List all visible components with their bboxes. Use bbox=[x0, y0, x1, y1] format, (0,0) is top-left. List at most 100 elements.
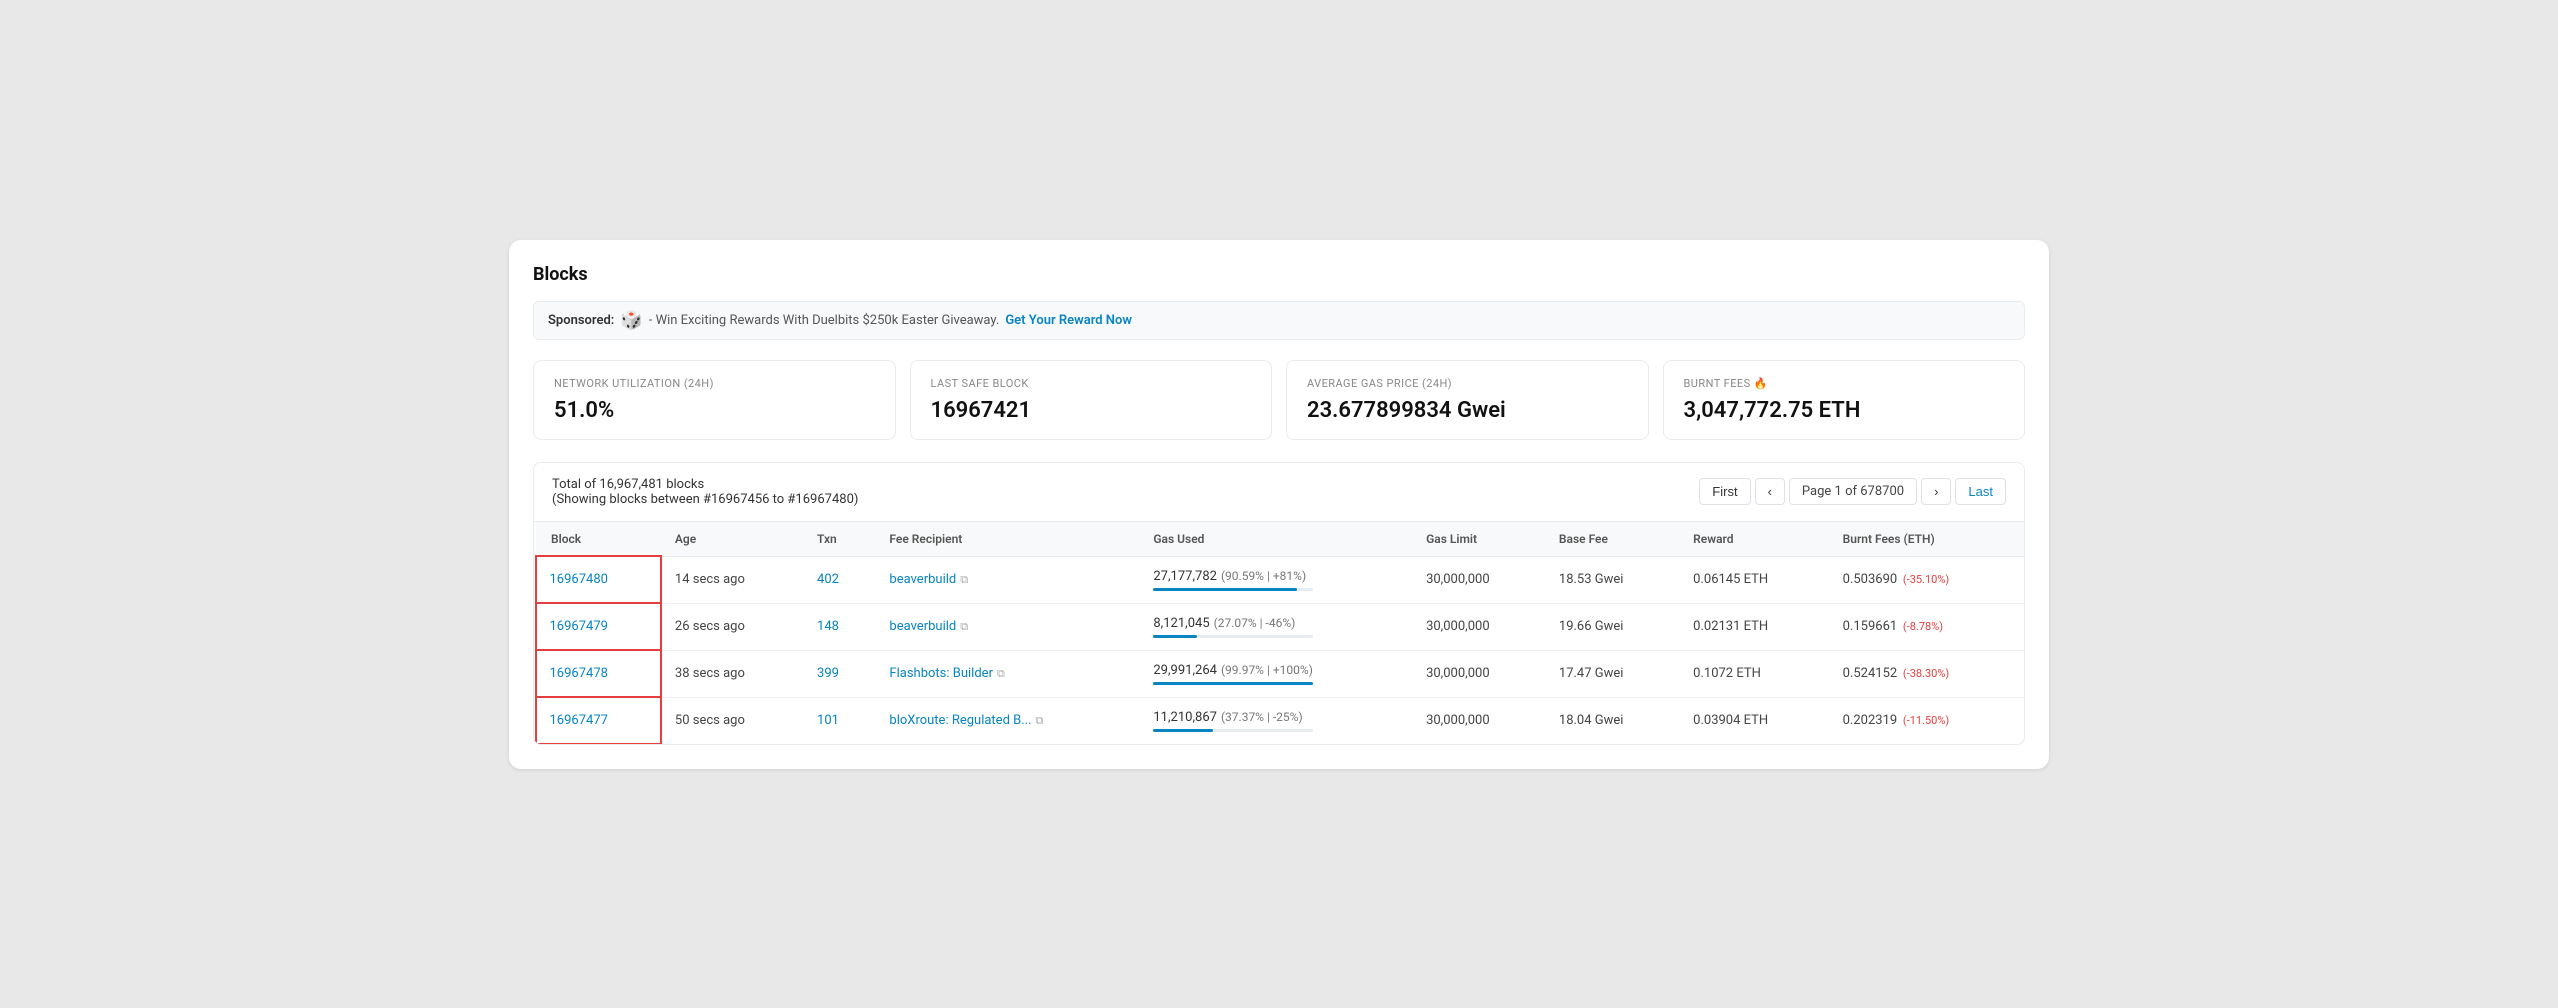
gas-limit-cell-0: 30,000,000 bbox=[1412, 556, 1545, 603]
gas-value-0: 27,177,782 bbox=[1153, 569, 1217, 584]
page-title: Blocks bbox=[533, 264, 2025, 285]
stat-value-1: 16967421 bbox=[931, 398, 1252, 423]
fee-recipient-link-1[interactable]: beaverbuild bbox=[889, 619, 956, 634]
burnt-pct-1: (-8.78%) bbox=[1900, 620, 1943, 633]
burnt-fees-cell-2: 0.524152 (-38.30%) bbox=[1829, 650, 2024, 697]
txn-cell-2: 399 bbox=[803, 650, 875, 697]
sponsored-bar: Sponsored: 🎲 - Win Exciting Rewards With… bbox=[533, 301, 2025, 340]
stat-card-1: LAST SAFE BLOCK16967421 bbox=[910, 360, 1273, 440]
prev-page-button[interactable]: ‹ bbox=[1755, 478, 1785, 505]
sponsor-icon: 🎲 bbox=[620, 310, 642, 331]
fee-recipient-link-3[interactable]: bloXroute: Regulated B... bbox=[889, 713, 1031, 728]
burnt-pct-2: (-38.30%) bbox=[1900, 667, 1949, 680]
stat-label-2: AVERAGE GAS PRICE (24H) bbox=[1307, 377, 1628, 390]
fee-recipient-cell-2: Flashbots: Builder ⧉ bbox=[875, 650, 1139, 697]
copy-icon-1[interactable]: ⧉ bbox=[960, 620, 968, 634]
gas-limit-cell-3: 30,000,000 bbox=[1412, 697, 1545, 744]
gas-pct-2: (99.97% | +100%) bbox=[1221, 663, 1313, 677]
last-page-button[interactable]: Last bbox=[1955, 478, 2006, 505]
gas-bar-1 bbox=[1153, 635, 1196, 638]
block-link-2[interactable]: 16967478 bbox=[550, 666, 608, 681]
gas-pct-1: (27.07% | -46%) bbox=[1214, 616, 1296, 630]
first-page-button[interactable]: First bbox=[1699, 478, 1750, 505]
main-container: Blocks Sponsored: 🎲 - Win Exciting Rewar… bbox=[509, 240, 2049, 769]
gas-bar-3 bbox=[1153, 729, 1212, 732]
gas-bar-wrap-3: 11,210,867(37.37% | -25%) bbox=[1153, 710, 1398, 732]
stat-label-0: NETWORK UTILIZATION (24H) bbox=[554, 377, 875, 390]
gas-bar-wrap-2: 29,991,264(99.97% | +100%) bbox=[1153, 663, 1398, 685]
table-row: 1696747838 secs ago399Flashbots: Builder… bbox=[536, 650, 2025, 697]
table-header-row: Total of 16,967,481 blocks (Showing bloc… bbox=[534, 463, 2024, 522]
burnt-value-2: 0.524152 bbox=[1843, 666, 1898, 681]
age-cell-1: 26 secs ago bbox=[661, 603, 803, 650]
fee-recipient-cell-3: bloXroute: Regulated B... ⧉ bbox=[875, 697, 1139, 744]
block-link-3[interactable]: 16967477 bbox=[550, 713, 608, 728]
stat-card-3: BURNT FEES 🔥 3,047,772.75 ETH bbox=[1663, 360, 2026, 440]
fee-recipient-cell-0: beaverbuild ⧉ bbox=[875, 556, 1139, 603]
col-header-gas-used: Gas Used bbox=[1139, 522, 1412, 557]
col-header-base-fee: Base Fee bbox=[1545, 522, 1679, 557]
block-link-0[interactable]: 16967480 bbox=[550, 572, 608, 587]
fee-recipient-cell-1: beaverbuild ⧉ bbox=[875, 603, 1139, 650]
stat-card-2: AVERAGE GAS PRICE (24H)23.677899834 Gwei bbox=[1286, 360, 1649, 440]
total-blocks-text: Total of 16,967,481 blocks bbox=[552, 477, 858, 492]
table-header: BlockAgeTxnFee RecipientGas UsedGas Limi… bbox=[536, 522, 2025, 557]
gas-bar-2 bbox=[1153, 682, 1313, 685]
gas-value-row-1: 8,121,045 (27.07% | -46%) bbox=[1153, 616, 1398, 631]
burnt-fees-cell-1: 0.159661 (-8.78%) bbox=[1829, 603, 2024, 650]
stat-value-3: 3,047,772.75 ETH bbox=[1684, 398, 2005, 423]
burnt-value-0: 0.503690 bbox=[1843, 572, 1898, 587]
copy-icon-2[interactable]: ⧉ bbox=[997, 667, 1005, 681]
age-cell-3: 50 secs ago bbox=[661, 697, 803, 744]
fee-recipient-link-2[interactable]: Flashbots: Builder bbox=[889, 666, 993, 681]
pagination: First ‹ Page 1 of 678700 › Last bbox=[1699, 478, 2006, 505]
gas-value-row-3: 11,210,867(37.37% | -25%) bbox=[1153, 710, 1398, 725]
burnt-pct-3: (-11.50%) bbox=[1900, 714, 1949, 727]
reward-cell-0: 0.06145 ETH bbox=[1679, 556, 1828, 603]
gas-used-cell-0: 27,177,782 (90.59% | +81%) bbox=[1139, 556, 1412, 603]
stat-card-0: NETWORK UTILIZATION (24H)51.0% bbox=[533, 360, 896, 440]
copy-icon-0[interactable]: ⧉ bbox=[960, 573, 968, 587]
copy-icon-3[interactable]: ⧉ bbox=[1036, 714, 1044, 728]
gas-pct-0: (90.59% | +81%) bbox=[1221, 569, 1306, 583]
base-fee-cell-3: 18.04 Gwei bbox=[1545, 697, 1679, 744]
next-page-button[interactable]: › bbox=[1921, 478, 1951, 505]
sponsor-link[interactable]: Get Your Reward Now bbox=[1005, 313, 1132, 328]
gas-bar-wrap-0: 27,177,782 (90.59% | +81%) bbox=[1153, 569, 1398, 591]
col-header-fee-recipient: Fee Recipient bbox=[875, 522, 1139, 557]
block-cell-2: 16967478 bbox=[536, 650, 661, 697]
txn-link-2[interactable]: 399 bbox=[817, 666, 839, 681]
gas-used-cell-3: 11,210,867(37.37% | -25%) bbox=[1139, 697, 1412, 744]
col-header-txn: Txn bbox=[803, 522, 875, 557]
col-header-burnt-fees-(eth): Burnt Fees (ETH) bbox=[1829, 522, 2024, 557]
txn-cell-1: 148 bbox=[803, 603, 875, 650]
txn-link-3[interactable]: 101 bbox=[817, 713, 839, 728]
block-cell-0: 16967480 bbox=[536, 556, 661, 603]
block-link-1[interactable]: 16967479 bbox=[550, 619, 608, 634]
reward-cell-1: 0.02131 ETH bbox=[1679, 603, 1828, 650]
fee-recipient-link-0[interactable]: beaverbuild bbox=[889, 572, 956, 587]
gas-bar-container-2 bbox=[1153, 682, 1313, 685]
gas-bar-container-1 bbox=[1153, 635, 1313, 638]
table-row: 16967477 50 secs ago 101 bloXroute: Regulat… bbox=[536, 697, 2025, 744]
age-cell-0: 14 secs ago bbox=[661, 556, 803, 603]
txn-cell-0: 402 bbox=[803, 556, 875, 603]
txn-cell-3: 101 bbox=[803, 697, 875, 744]
table-row: 16967480 14 secs ago 402 beaverbuild ⧉ 27,177… bbox=[536, 556, 2025, 603]
gas-bar-container-0 bbox=[1153, 588, 1313, 591]
burnt-pct-0: (-35.10%) bbox=[1900, 573, 1949, 586]
gas-value-3: 11,210,867 bbox=[1153, 710, 1217, 725]
gas-value-1: 8,121,045 bbox=[1153, 616, 1209, 631]
col-header-age: Age bbox=[661, 522, 803, 557]
table-row: 16967479 26 secs ago 148 beaverbuild ⧉ 8,121,… bbox=[536, 603, 2025, 650]
col-header-gas-limit: Gas Limit bbox=[1412, 522, 1545, 557]
stat-label-3: BURNT FEES 🔥 bbox=[1684, 377, 2005, 390]
txn-link-1[interactable]: 148 bbox=[817, 619, 839, 634]
txn-link-0[interactable]: 402 bbox=[817, 572, 839, 587]
gas-used-cell-1: 8,121,045 (27.07% | -46%) bbox=[1139, 603, 1412, 650]
burnt-value-3: 0.202319 bbox=[1843, 713, 1898, 728]
burnt-fees-cell-3: 0.202319 (-11.50%) bbox=[1829, 697, 2024, 744]
sponsor-text: - Win Exciting Rewards With Duelbits $25… bbox=[649, 313, 1000, 328]
base-fee-cell-1: 19.66 Gwei bbox=[1545, 603, 1679, 650]
table-info: Total of 16,967,481 blocks (Showing bloc… bbox=[552, 477, 858, 507]
